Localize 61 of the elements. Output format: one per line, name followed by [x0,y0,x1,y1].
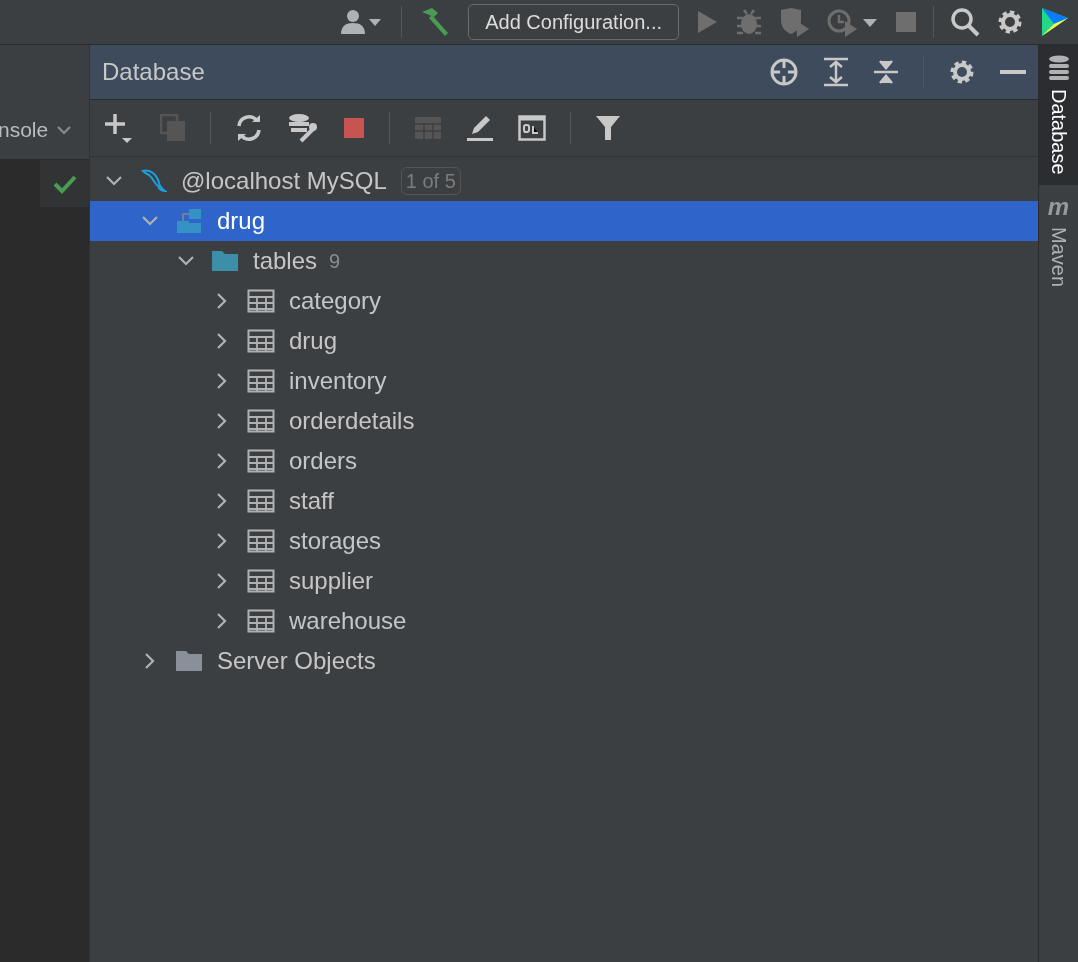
tree-row[interactable]: category [90,281,1038,321]
database-wrench-icon[interactable] [287,113,319,143]
pencil-icon[interactable] [466,114,494,142]
query-console-icon[interactable] [518,115,546,141]
table-icon [247,487,275,515]
tree-row[interactable]: orderdetails [90,401,1038,441]
panel-title: Database [102,57,205,87]
tree-label: orderdetails [289,406,415,436]
tree-row[interactable]: orders [90,441,1038,481]
tree-label: drug [289,326,338,356]
tree-label: inventory [289,366,387,396]
add-configuration-button[interactable]: Add Configuration... [468,4,679,40]
tree-row[interactable]: warehouse [90,601,1038,641]
table-icon [247,447,275,475]
clock-play-icon[interactable] [827,7,879,37]
expand-all-icon[interactable] [823,57,849,87]
tree-label: warehouse [289,606,407,636]
tree-row[interactable]: supplier [90,561,1038,601]
table-icon [247,607,275,635]
table-icon [247,327,275,355]
refresh-icon[interactable] [235,114,263,142]
tree-label: tables [253,246,318,276]
schema-icon [175,207,203,235]
table-icon [247,367,275,395]
tree-row[interactable]: drug [90,201,1038,241]
tree-label: orders [289,446,358,476]
tree-row[interactable]: staff [90,481,1038,521]
search-icon[interactable] [950,7,980,37]
tree-row[interactable]: Server Objects [90,641,1038,681]
table-icon [247,527,275,555]
count-label: 9 [329,249,341,274]
tree-row[interactable]: @localhost MySQL 1 of 5 [90,161,1038,201]
tree-row[interactable]: inventory [90,361,1038,401]
tree-label: @localhost MySQL [181,166,387,196]
tree-row[interactable]: drug [90,321,1038,361]
table-icon [247,567,275,595]
tree-row[interactable]: tables 9 [90,241,1038,281]
chevron-down-icon[interactable] [56,123,73,136]
table-icon [247,287,275,315]
tree-label: supplier [289,566,374,596]
filter-icon[interactable] [595,115,621,141]
tool-window-tab[interactable]: m Maven [1039,184,1078,297]
minimize-icon[interactable] [1000,69,1026,75]
tree-label: storages [289,526,382,556]
tree-label: staff [289,486,334,516]
stop-icon[interactable] [343,117,365,139]
tool-window-tab[interactable]: Database [1039,45,1078,185]
dolphin-icon [139,167,167,195]
table-icon [247,407,275,435]
tree-row[interactable]: storages [90,521,1038,561]
settings-icon[interactable] [948,58,976,86]
database-icon [1046,55,1071,81]
app-logo-icon[interactable] [1040,6,1070,38]
checkmark-icon [53,173,77,194]
settings-icon[interactable] [996,8,1024,36]
tree-label: drug [217,206,266,236]
tree-label: category [289,286,382,316]
count-label: 1 of 5 [400,167,461,195]
crosshair-icon[interactable] [769,57,799,87]
maven-icon: m [1047,194,1070,219]
tree-label: Server Objects [217,646,376,676]
